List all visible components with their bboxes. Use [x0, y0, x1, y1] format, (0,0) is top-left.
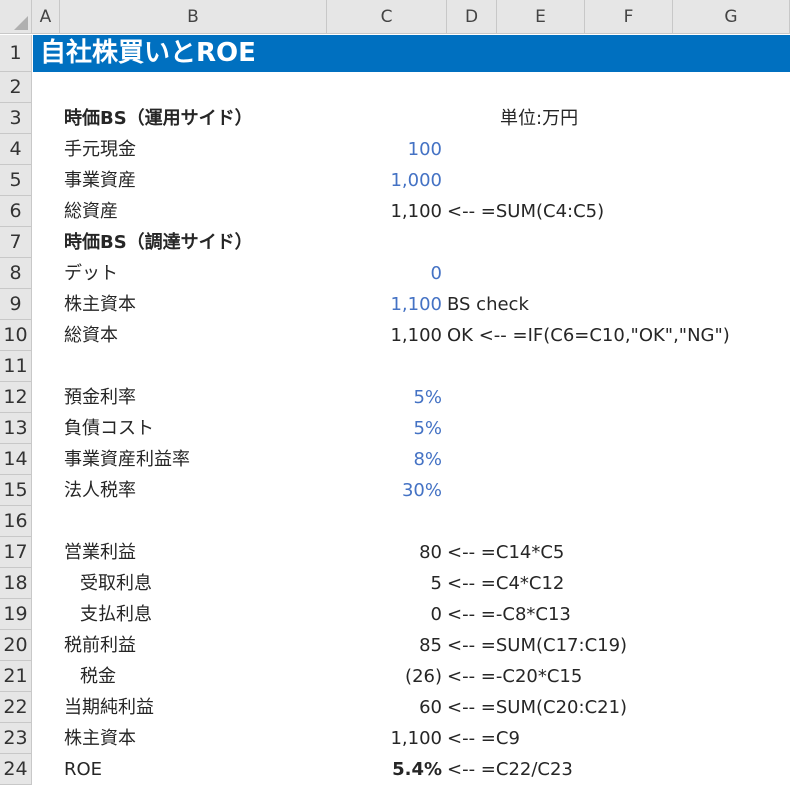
row-value[interactable]: 100 — [408, 134, 442, 165]
row-value[interactable]: 80 — [419, 537, 442, 568]
row-label[interactable]: 事業資産利益率 — [64, 444, 190, 475]
row-header-2[interactable]: 2 — [0, 72, 32, 103]
column-header-g[interactable]: G — [673, 0, 790, 34]
formula-note[interactable]: <-- =SUM(C4:C5) — [447, 196, 604, 227]
column-header-c[interactable]: C — [327, 0, 447, 34]
row-label[interactable]: 営業利益 — [64, 537, 136, 568]
select-all-corner[interactable] — [0, 0, 32, 34]
row-label[interactable]: 株主資本 — [64, 289, 136, 320]
row-header-19[interactable]: 19 — [0, 599, 32, 630]
column-header-f[interactable]: F — [585, 0, 673, 34]
sheet-title: 自社株買いとROE — [40, 38, 256, 68]
row-value[interactable]: 30% — [402, 475, 442, 506]
row-header-15[interactable]: 15 — [0, 475, 32, 506]
row-label[interactable]: 受取利息 — [80, 568, 152, 599]
unit-label: 単位:万円 — [500, 108, 579, 129]
row-value[interactable]: 5.4% — [392, 754, 442, 785]
row-header-12[interactable]: 12 — [0, 382, 32, 413]
row-header-3[interactable]: 3 — [0, 103, 32, 134]
row-label[interactable]: 支払利息 — [80, 599, 152, 630]
row-header-10[interactable]: 10 — [0, 320, 32, 351]
row-header-24[interactable]: 24 — [0, 754, 32, 785]
column-header-e[interactable]: E — [497, 0, 585, 34]
row-header-18[interactable]: 18 — [0, 568, 32, 599]
formula-note[interactable]: <-- =SUM(C17:C19) — [447, 630, 627, 661]
formula-note[interactable]: <-- =C4*C12 — [447, 568, 564, 599]
row-value[interactable]: 60 — [419, 692, 442, 723]
formula-note[interactable]: <-- =-C20*C15 — [447, 661, 582, 692]
row-header-4[interactable]: 4 — [0, 134, 32, 165]
row-header-7[interactable]: 7 — [0, 227, 32, 258]
row-header-22[interactable]: 22 — [0, 692, 32, 723]
row-value[interactable]: 85 — [419, 630, 442, 661]
row-label[interactable]: 当期純利益 — [64, 692, 154, 723]
row-label[interactable]: 負債コスト — [64, 413, 154, 444]
select-all-triangle-icon — [14, 16, 28, 30]
formula-note[interactable]: <-- =C9 — [447, 723, 520, 754]
row-value[interactable]: 1,000 — [390, 165, 442, 196]
row-value[interactable]: 5% — [413, 382, 442, 413]
row-header-13[interactable]: 13 — [0, 413, 32, 444]
row-header-21[interactable]: 21 — [0, 661, 32, 692]
row-header-20[interactable]: 20 — [0, 630, 32, 661]
row-label[interactable]: 法人税率 — [64, 475, 136, 506]
row-header-9[interactable]: 9 — [0, 289, 32, 320]
row-header-23[interactable]: 23 — [0, 723, 32, 754]
row-label[interactable]: 時価BS（運用サイド） — [64, 103, 253, 134]
row-value[interactable]: (26) — [405, 661, 442, 692]
formula-note[interactable]: <-- =C22/C23 — [447, 754, 573, 785]
formula-note[interactable]: <-- =C14*C5 — [447, 537, 564, 568]
row-label[interactable]: 事業資産 — [64, 165, 136, 196]
row-value[interactable]: 1,100 — [390, 196, 442, 227]
row-header-14[interactable]: 14 — [0, 444, 32, 475]
row-label[interactable]: デット — [64, 258, 118, 289]
row-label[interactable]: 時価BS（調達サイド） — [64, 227, 253, 258]
row-value[interactable]: 8% — [413, 444, 442, 475]
row-value[interactable]: 0 — [431, 258, 442, 289]
row-value[interactable]: 1,100 — [390, 320, 442, 351]
row-label[interactable]: 手元現金 — [64, 134, 136, 165]
row-label[interactable]: 税前利益 — [64, 630, 136, 661]
row-value[interactable]: 0 — [431, 599, 442, 630]
row-header-6[interactable]: 6 — [0, 196, 32, 227]
formula-note[interactable]: OK <-- =IF(C6=C10,"OK","NG") — [447, 320, 730, 351]
row-header-11[interactable]: 11 — [0, 351, 32, 382]
column-header-a[interactable]: A — [32, 0, 60, 34]
row-value[interactable]: 5 — [431, 568, 442, 599]
formula-note[interactable]: <-- =SUM(C20:C21) — [447, 692, 627, 723]
row-header-1[interactable]: 1 — [0, 35, 32, 72]
row-label[interactable]: 総資産 — [64, 196, 118, 227]
row-label[interactable]: 株主資本 — [64, 723, 136, 754]
row-value[interactable]: 5% — [413, 413, 442, 444]
formula-note[interactable]: <-- =-C8*C13 — [447, 599, 571, 630]
row-header-5[interactable]: 5 — [0, 165, 32, 196]
row-value[interactable]: 1,100 — [390, 723, 442, 754]
row-header-17[interactable]: 17 — [0, 537, 32, 568]
column-header-d[interactable]: D — [447, 0, 497, 34]
row-label[interactable]: 総資本 — [64, 320, 118, 351]
row-value[interactable]: 1,100 — [390, 289, 442, 320]
row-header-16[interactable]: 16 — [0, 506, 32, 537]
column-header-b[interactable]: B — [60, 0, 327, 34]
row-label[interactable]: 預金利率 — [64, 382, 136, 413]
row-label[interactable]: ROE — [64, 754, 102, 785]
row-label[interactable]: 税金 — [80, 661, 116, 692]
formula-note[interactable]: BS check — [447, 289, 529, 320]
row-header-8[interactable]: 8 — [0, 258, 32, 289]
